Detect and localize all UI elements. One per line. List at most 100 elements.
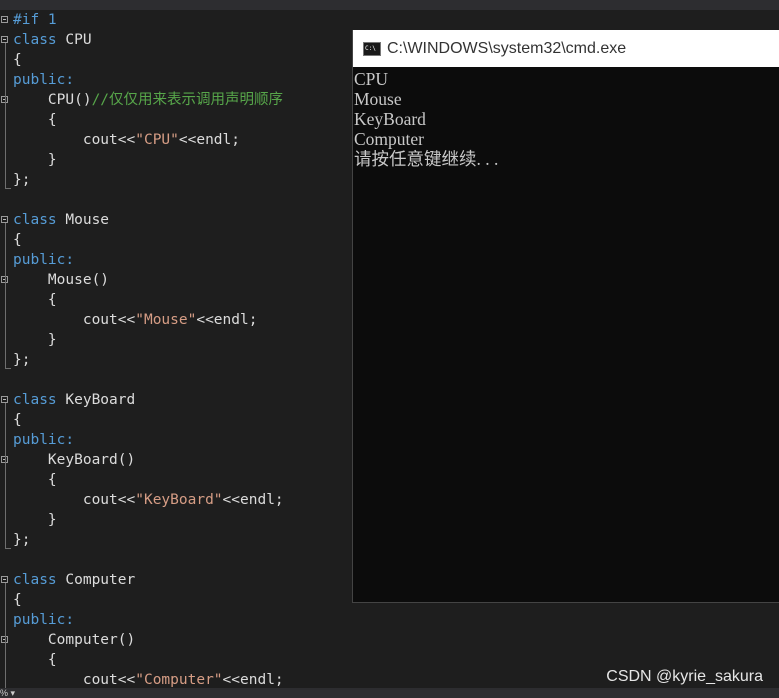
code-comment: //仅仅用来表示调用声明顺序 bbox=[91, 92, 284, 108]
keyword: class bbox=[13, 572, 57, 588]
constructor: Computer() bbox=[47, 632, 136, 648]
code-line: cout<<"CPU"<<endl; bbox=[13, 130, 240, 150]
console-title-bar[interactable]: C:\ C:\WINDOWS\system32\cmd.exe bbox=[353, 30, 779, 67]
code-line: { bbox=[13, 50, 22, 70]
string-literal: "Mouse" bbox=[135, 312, 197, 328]
brace: } bbox=[47, 512, 57, 528]
outline-guide-end bbox=[5, 188, 11, 189]
code-line: { bbox=[13, 650, 57, 670]
brace: { bbox=[13, 52, 22, 68]
outline-guide bbox=[5, 43, 6, 188]
statement: cout<< bbox=[82, 492, 136, 508]
statement: <<endl; bbox=[222, 672, 284, 688]
code-line: { bbox=[13, 590, 22, 610]
code-line: }; bbox=[13, 170, 30, 190]
class-name: CPU bbox=[65, 32, 92, 48]
outline-guide-end bbox=[5, 548, 11, 549]
keyword: class bbox=[13, 32, 57, 48]
console-line: KeyBoard bbox=[354, 109, 426, 129]
access-specifier: public: bbox=[13, 432, 75, 448]
brace: { bbox=[13, 412, 22, 428]
brace: { bbox=[47, 292, 57, 308]
code-line: CPU()//仅仅用来表示调用声明顺序 bbox=[13, 90, 283, 110]
code-line: public: bbox=[13, 610, 74, 630]
code-line: cout<<"KeyBoard"<<endl; bbox=[13, 490, 284, 510]
brace: { bbox=[47, 472, 57, 488]
brace: { bbox=[47, 112, 57, 128]
console-line: Computer bbox=[354, 129, 424, 149]
code-line: { bbox=[13, 290, 57, 310]
access-specifier: public: bbox=[13, 252, 75, 268]
string-literal: "CPU" bbox=[135, 132, 179, 148]
collapse-icon[interactable] bbox=[1, 16, 8, 23]
console-line: 请按任意键继续. . . bbox=[354, 149, 499, 169]
access-specifier: public: bbox=[13, 72, 75, 88]
code-line: } bbox=[13, 330, 57, 350]
status-bar: % ▾ bbox=[0, 688, 779, 698]
collapse-icon[interactable] bbox=[1, 36, 8, 43]
brace: } bbox=[47, 152, 57, 168]
console-line: Mouse bbox=[354, 89, 402, 109]
outline-guide bbox=[5, 403, 6, 548]
code-line: class CPU bbox=[13, 30, 92, 50]
code-line: cout<<"Computer"<<endl; bbox=[13, 670, 284, 690]
constructor: CPU() bbox=[47, 92, 92, 108]
constructor: KeyBoard() bbox=[47, 452, 136, 468]
outline-guide bbox=[5, 583, 6, 688]
statement: <<endl; bbox=[178, 132, 240, 148]
code-line: }; bbox=[13, 350, 30, 370]
collapse-icon[interactable] bbox=[1, 396, 8, 403]
code-line: class Computer bbox=[13, 570, 135, 590]
string-literal: "KeyBoard" bbox=[135, 492, 223, 508]
code-line: public: bbox=[13, 250, 74, 270]
code-line: }; bbox=[13, 530, 30, 550]
watermark: CSDN @kyrie_sakura bbox=[606, 668, 763, 685]
brace: { bbox=[13, 232, 22, 248]
code-line: Computer() bbox=[13, 630, 135, 650]
brace: { bbox=[47, 652, 57, 668]
editor-top-bar bbox=[0, 0, 779, 10]
keyword: class bbox=[13, 212, 57, 228]
code-line: { bbox=[13, 470, 57, 490]
code-line: } bbox=[13, 510, 57, 530]
code-line-directive: #if 1 bbox=[13, 10, 57, 30]
code-line: KeyBoard() bbox=[13, 450, 135, 470]
code-line: Mouse() bbox=[13, 270, 109, 290]
keyword: class bbox=[13, 392, 57, 408]
statement: <<endl; bbox=[196, 312, 258, 328]
statement: <<endl; bbox=[222, 492, 284, 508]
code-line: public: bbox=[13, 70, 74, 90]
console-app-icon: C:\ bbox=[363, 41, 381, 56]
code-line: { bbox=[13, 410, 22, 430]
collapse-icon[interactable] bbox=[1, 216, 8, 223]
brace: }; bbox=[13, 532, 31, 548]
string-literal: "Computer" bbox=[135, 672, 223, 688]
code-line: class KeyBoard bbox=[13, 390, 135, 410]
outline-guide bbox=[5, 223, 6, 368]
statement: cout<< bbox=[82, 312, 136, 328]
class-name: Mouse bbox=[65, 212, 110, 228]
code-line: { bbox=[13, 110, 57, 130]
brace: { bbox=[13, 592, 22, 608]
console-window[interactable]: C:\ C:\WINDOWS\system32\cmd.exe CPU Mous… bbox=[352, 30, 779, 603]
access-specifier: public: bbox=[13, 612, 75, 628]
code-line: { bbox=[13, 230, 22, 250]
statement: cout<< bbox=[82, 132, 136, 148]
preprocessor-directive: #if 1 bbox=[13, 12, 57, 28]
outline-guide-end bbox=[5, 368, 11, 369]
console-title: C:\WINDOWS\system32\cmd.exe bbox=[387, 39, 627, 57]
class-name: Computer bbox=[65, 572, 136, 588]
code-line: public: bbox=[13, 430, 74, 450]
class-name: KeyBoard bbox=[65, 392, 136, 408]
collapse-icon[interactable] bbox=[1, 576, 8, 583]
constructor: Mouse() bbox=[47, 272, 110, 288]
console-line: CPU bbox=[354, 69, 389, 89]
brace: }; bbox=[13, 352, 31, 368]
console-output[interactable]: CPU Mouse KeyBoard Computer 请按任意键继续. . . bbox=[353, 67, 779, 169]
zoom-dropdown[interactable]: % ▾ bbox=[0, 688, 15, 698]
code-line: } bbox=[13, 150, 57, 170]
code-line: cout<<"Mouse"<<endl; bbox=[13, 310, 258, 330]
code-line: class Mouse bbox=[13, 210, 109, 230]
brace: }; bbox=[13, 172, 31, 188]
statement: cout<< bbox=[82, 672, 136, 688]
